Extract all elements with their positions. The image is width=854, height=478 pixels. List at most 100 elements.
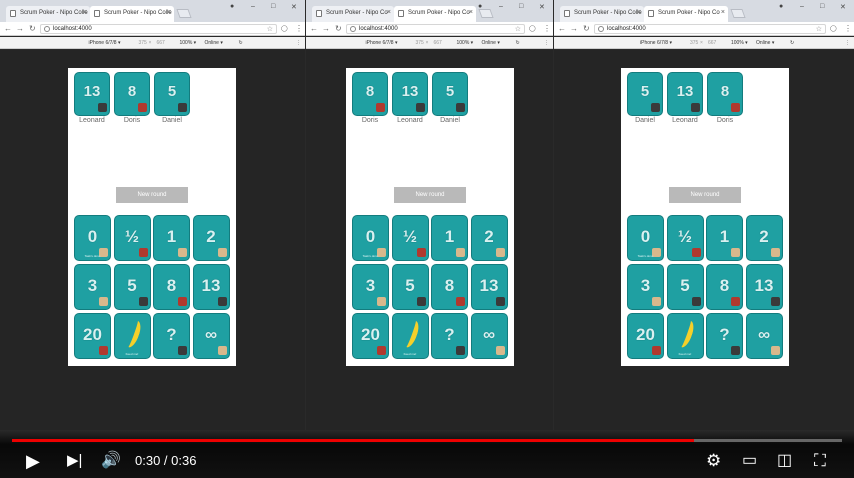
close-window-icon[interactable]: ✕ xyxy=(291,3,297,11)
url-field[interactable]: localhost:4000 ☆ xyxy=(40,24,277,34)
deck-card[interactable]: 13 xyxy=(470,264,508,310)
forward-icon[interactable]: → xyxy=(16,24,24,33)
play-icon[interactable]: ▶ xyxy=(26,450,40,472)
user-icon[interactable]: ● xyxy=(779,3,783,10)
close-icon[interactable]: × xyxy=(167,9,171,16)
new-tab-button[interactable] xyxy=(176,9,192,18)
deck-card[interactable]: 20 xyxy=(74,313,111,359)
browser-tab[interactable]: Scrum Poker - Nipo Colle × xyxy=(560,6,644,22)
minimize-icon[interactable]: – xyxy=(499,3,503,10)
browser-tab[interactable]: Scrum Poker - Nipo Co × xyxy=(394,6,476,22)
deck-card[interactable]: 1 xyxy=(431,215,468,261)
maximize-icon[interactable]: □ xyxy=(519,3,523,10)
maximize-icon[interactable]: □ xyxy=(271,3,275,10)
close-window-icon[interactable]: ✕ xyxy=(539,3,545,11)
deck-card[interactable]: 5 xyxy=(391,264,429,310)
theater-mode-icon[interactable]: ▭ xyxy=(742,450,757,472)
deck-card[interactable]: 3 xyxy=(627,264,664,310)
deck-card[interactable]: Feed me! xyxy=(391,313,429,359)
zoom-select[interactable]: 100% ▾ xyxy=(731,40,748,46)
extension-icon[interactable]: ◯ xyxy=(529,25,536,32)
deck-card[interactable]: 0 Task's done xyxy=(74,215,111,261)
deck-card[interactable]: 1 xyxy=(706,215,743,261)
device-height[interactable]: 667 xyxy=(157,40,165,46)
deck-card[interactable]: 3 xyxy=(352,264,389,310)
close-icon[interactable]: × xyxy=(469,9,473,16)
rotate-icon[interactable]: ↻ xyxy=(790,40,794,46)
info-icon[interactable] xyxy=(350,26,356,32)
deck-card[interactable]: ½ xyxy=(113,215,151,261)
info-icon[interactable] xyxy=(44,26,50,32)
reload-icon[interactable]: ↻ xyxy=(335,24,342,33)
extension-icon[interactable]: ◯ xyxy=(830,25,837,32)
kebab-menu-icon[interactable]: ⋮ xyxy=(295,24,303,33)
device-select[interactable]: iPhone 6/7/8 ▾ xyxy=(640,40,672,46)
new-tab-button[interactable] xyxy=(478,9,494,18)
browser-tab[interactable]: Scrum Poker - Nipo Co × xyxy=(644,6,728,22)
deck-card[interactable]: ? xyxy=(153,313,190,359)
user-icon[interactable]: ● xyxy=(478,3,482,10)
new-round-button[interactable]: New round xyxy=(116,187,188,203)
network-select[interactable]: Online ▾ xyxy=(756,40,774,46)
browser-tab[interactable]: Scrum Poker - Nipo Co × xyxy=(312,6,394,22)
toolbar-more-icon[interactable]: ⋮ xyxy=(845,40,850,46)
deck-card[interactable]: 13 xyxy=(745,264,783,310)
back-icon[interactable]: ← xyxy=(4,24,12,33)
deck-card[interactable]: 8 xyxy=(706,264,743,310)
device-select[interactable]: iPhone 6/7/8 ▾ xyxy=(366,40,398,46)
forward-icon[interactable]: → xyxy=(570,24,578,33)
star-icon[interactable]: ☆ xyxy=(816,25,822,33)
volume-icon[interactable]: 🔊 xyxy=(101,450,121,472)
deck-card[interactable]: ∞ xyxy=(745,313,783,359)
close-icon[interactable]: × xyxy=(387,9,391,16)
deck-card[interactable]: 3 xyxy=(74,264,111,310)
deck-card[interactable]: 2 xyxy=(745,215,783,261)
zoom-select[interactable]: 100% ▾ xyxy=(457,40,474,46)
extension-icon[interactable]: ◯ xyxy=(281,25,288,32)
deck-card[interactable]: 13 xyxy=(192,264,230,310)
deck-card[interactable]: ? xyxy=(431,313,468,359)
kebab-menu-icon[interactable]: ⋮ xyxy=(844,24,852,33)
star-icon[interactable]: ☆ xyxy=(267,25,273,33)
deck-card[interactable]: 5 xyxy=(113,264,151,310)
device-width[interactable]: 375 xyxy=(416,40,424,46)
rotate-icon[interactable]: ↻ xyxy=(239,40,243,46)
deck-card[interactable]: 0 Task's done xyxy=(352,215,389,261)
minimize-icon[interactable]: – xyxy=(800,3,804,10)
deck-card[interactable]: ∞ xyxy=(192,313,230,359)
new-tab-button[interactable] xyxy=(730,9,746,18)
url-field[interactable]: localhost:4000 ☆ xyxy=(346,24,525,34)
network-select[interactable]: Online ▾ xyxy=(205,40,223,46)
next-icon[interactable]: ▶| xyxy=(67,450,82,472)
settings-gear-icon[interactable]: ⚙ xyxy=(706,450,721,472)
browser-tab[interactable]: Scrum Poker - Nipo Colle × xyxy=(90,6,174,22)
device-width[interactable]: 375 xyxy=(139,40,147,46)
deck-card[interactable]: 8 xyxy=(153,264,190,310)
back-icon[interactable]: ← xyxy=(310,24,318,33)
device-height[interactable]: 667 xyxy=(434,40,442,46)
reload-icon[interactable]: ↻ xyxy=(583,24,590,33)
forward-icon[interactable]: → xyxy=(322,24,330,33)
toolbar-more-icon[interactable]: ⋮ xyxy=(296,40,301,46)
toolbar-more-icon[interactable]: ⋮ xyxy=(544,40,549,46)
deck-card[interactable]: 20 xyxy=(627,313,664,359)
new-round-button[interactable]: New round xyxy=(394,187,466,203)
rotate-icon[interactable]: ↻ xyxy=(516,40,520,46)
deck-card[interactable]: 0 Task's done xyxy=(627,215,664,261)
user-icon[interactable]: ● xyxy=(230,3,234,10)
deck-card[interactable]: Feed me! xyxy=(113,313,151,359)
cast-icon[interactable]: ◫ xyxy=(777,450,792,472)
maximize-icon[interactable]: □ xyxy=(820,3,824,10)
star-icon[interactable]: ☆ xyxy=(515,25,521,33)
browser-tab[interactable]: Scrum Poker - Nipo Colle × xyxy=(6,6,90,22)
deck-card[interactable]: ½ xyxy=(391,215,429,261)
deck-card[interactable]: ∞ xyxy=(470,313,508,359)
deck-card[interactable]: 20 xyxy=(352,313,389,359)
reload-icon[interactable]: ↻ xyxy=(29,24,36,33)
minimize-icon[interactable]: – xyxy=(251,3,255,10)
new-round-button[interactable]: New round xyxy=(669,187,741,203)
zoom-select[interactable]: 100% ▾ xyxy=(180,40,197,46)
deck-card[interactable]: 8 xyxy=(431,264,468,310)
deck-card[interactable]: 2 xyxy=(470,215,508,261)
device-height[interactable]: 667 xyxy=(708,40,716,46)
